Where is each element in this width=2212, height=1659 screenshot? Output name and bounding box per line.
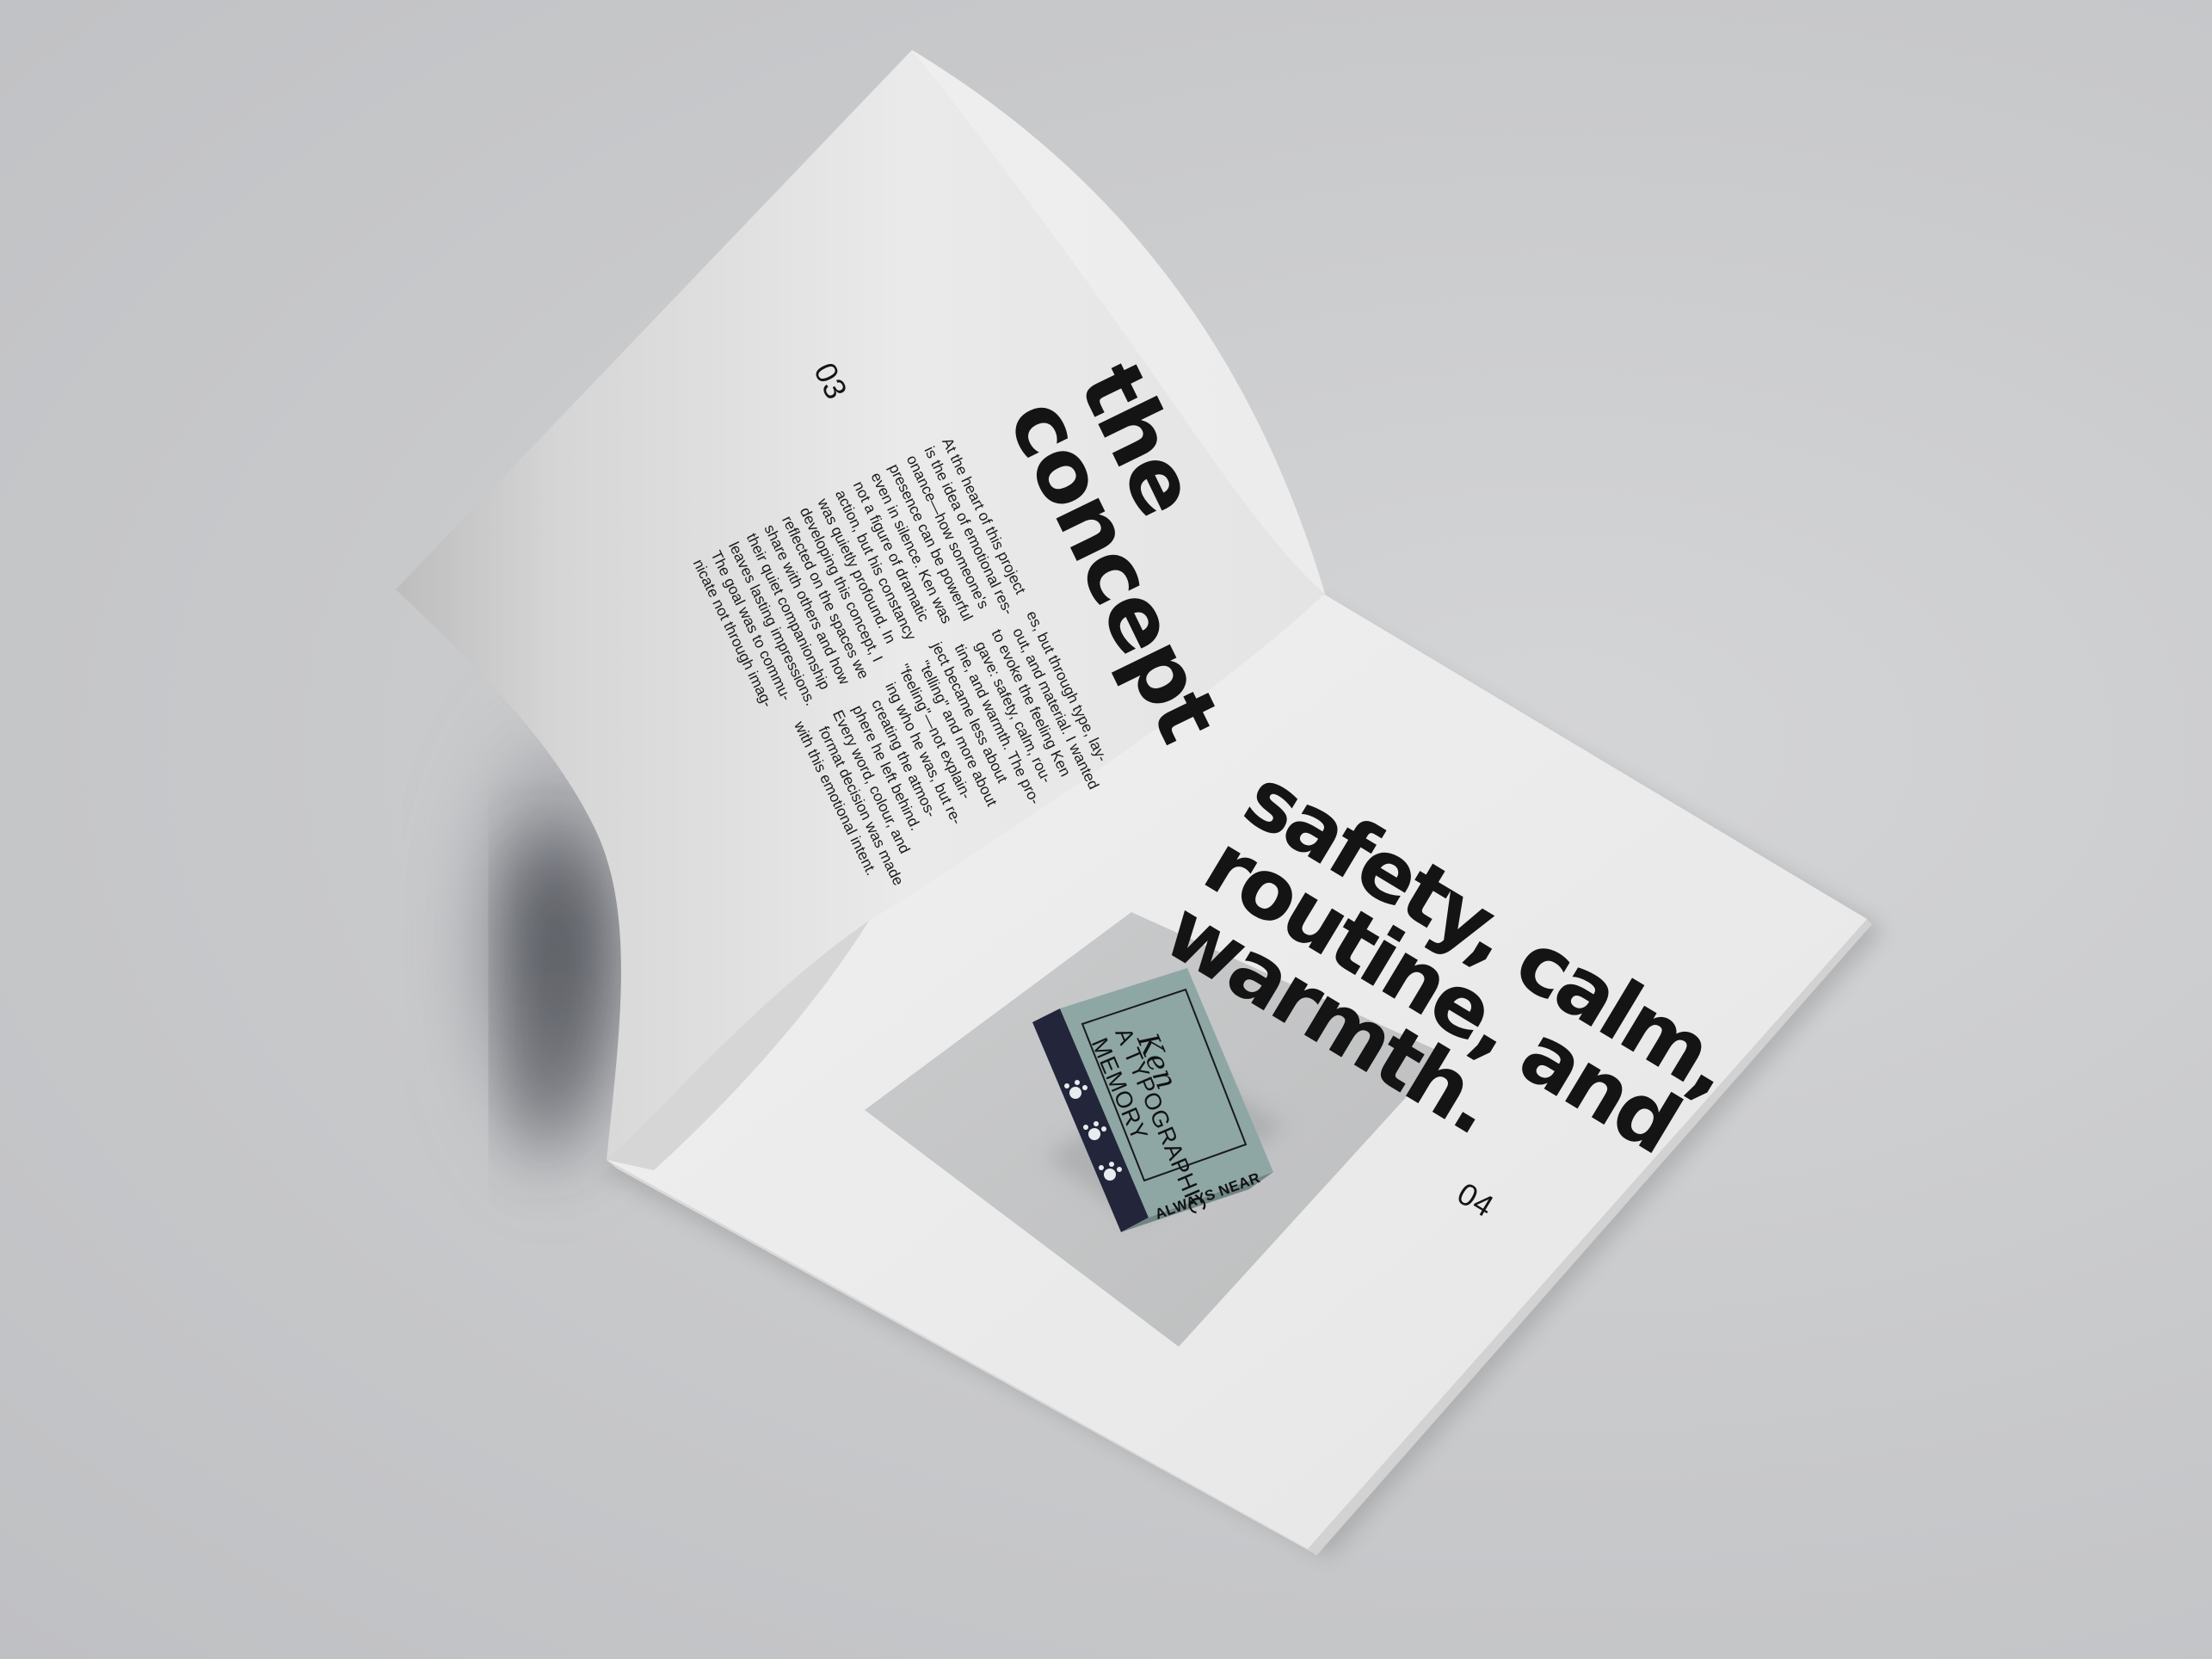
mockup-scene: the concept 03 At the heart of this proj… bbox=[0, 0, 2212, 1659]
booklet-illustration bbox=[396, 50, 1884, 1557]
